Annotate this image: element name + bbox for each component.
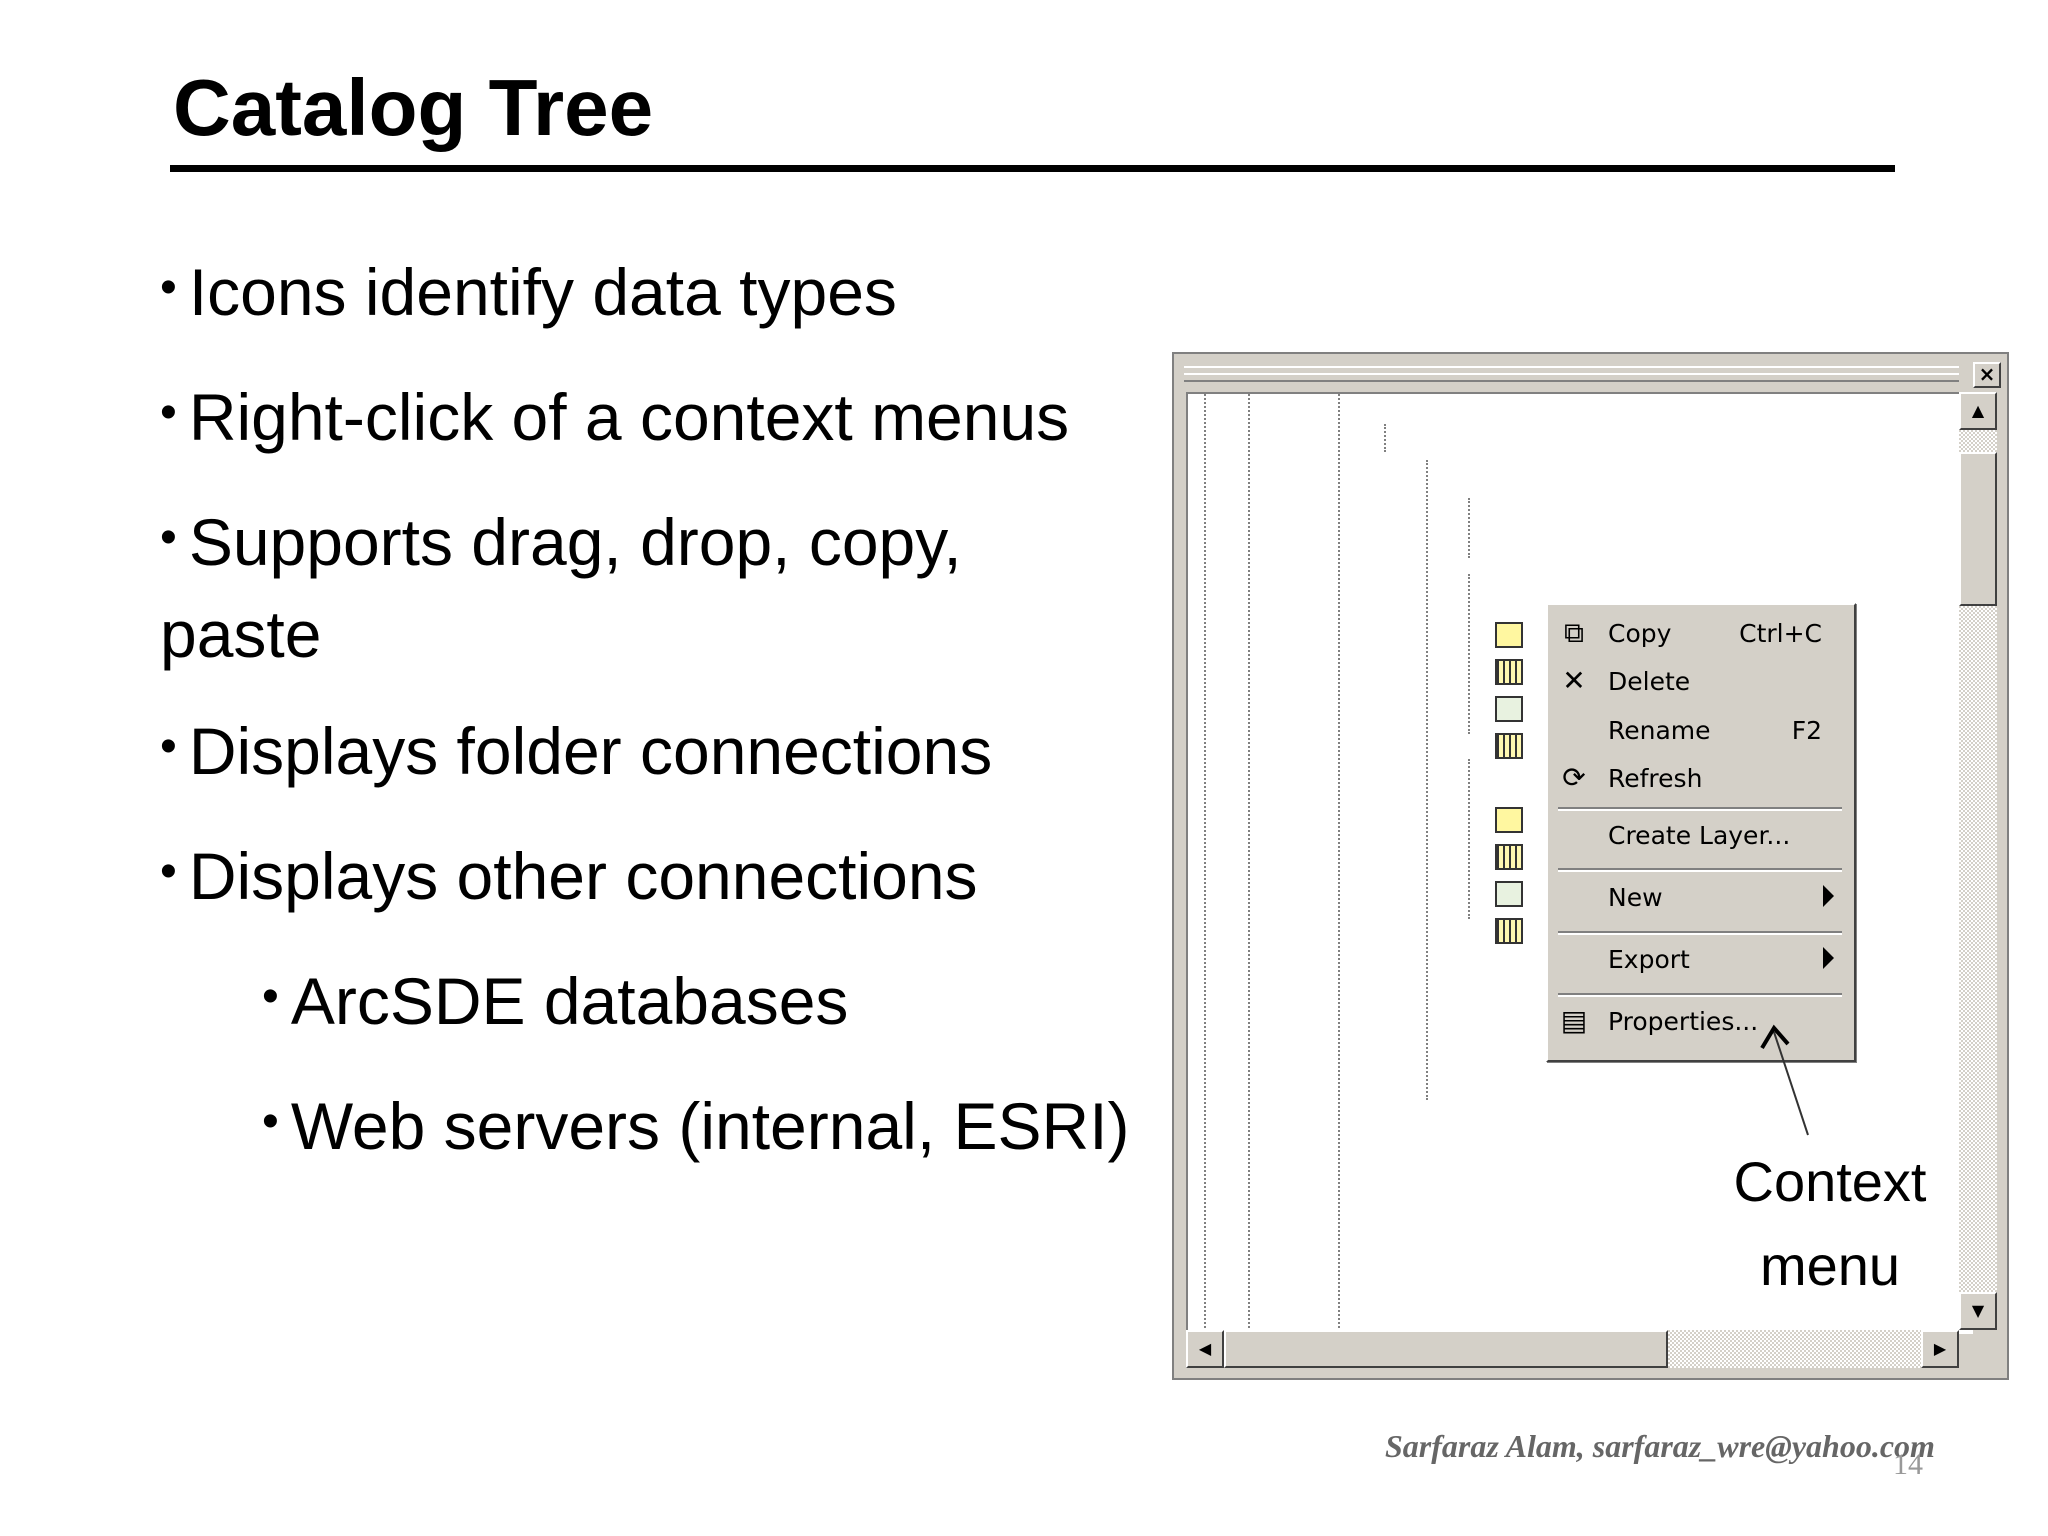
bullet-item: • Right-click of a context menus: [160, 380, 1070, 454]
feature-class-icon[interactable]: [1495, 807, 1523, 833]
menu-item-label: Delete: [1608, 667, 1691, 696]
horizontal-scroll-thumb[interactable]: [1224, 1330, 1668, 1368]
bullet-item: • Displays other connections: [160, 839, 978, 913]
raster-icon[interactable]: [1495, 844, 1523, 870]
feature-class-icon[interactable]: [1495, 622, 1523, 648]
copy-icon: ⧉: [1564, 616, 1584, 649]
sub-bullet-item: • Web servers (internal, ESRI): [262, 1089, 1130, 1163]
raster-icon[interactable]: [1495, 918, 1523, 944]
menu-item-delete[interactable]: ✕ Delete: [1548, 661, 1848, 701]
tree-connector: [1468, 759, 1470, 919]
menu-item-shortcut: F2: [1791, 716, 1822, 745]
refresh-icon: ⟳: [1562, 761, 1586, 794]
menu-item-label: Properties...: [1608, 1007, 1759, 1036]
menu-item-copy[interactable]: ⧉ Copy Ctrl+C: [1548, 613, 1848, 653]
properties-icon: ▤: [1560, 1004, 1588, 1037]
shapefile-icon[interactable]: [1495, 696, 1523, 722]
scroll-left-icon[interactable]: ◀: [1186, 1330, 1224, 1368]
raster-icon[interactable]: [1495, 659, 1523, 685]
sub-bullet-item: • ArcSDE databases: [262, 964, 849, 1038]
menu-item-label: Rename: [1608, 716, 1711, 745]
vertical-scroll-thumb[interactable]: [1959, 452, 1997, 606]
close-icon[interactable]: ×: [1973, 362, 2001, 388]
menu-item-label: New: [1608, 883, 1663, 912]
menu-item-label: Create Layer...: [1608, 821, 1791, 850]
footer-credit: Sarfaraz Alam, sarfaraz_wre@yahoo.com: [1385, 1428, 1935, 1464]
raster-icon[interactable]: [1495, 733, 1523, 759]
submenu-arrow-icon: [1823, 885, 1834, 907]
menu-separator: [1558, 931, 1842, 935]
context-menu: ⧉ Copy Ctrl+C ✕ Delete Rename F2 ⟳ Refre…: [1546, 603, 1856, 1062]
tree-connector: [1468, 574, 1470, 734]
scroll-up-icon[interactable]: ▲: [1959, 392, 1997, 430]
tree-connector: [1338, 394, 1340, 1332]
vertical-scrollbar[interactable]: ▲ ▼: [1959, 392, 1997, 1330]
menu-item-refresh[interactable]: ⟳ Refresh: [1548, 758, 1848, 798]
slide-title: Catalog Tree: [173, 63, 654, 152]
horizontal-scrollbar[interactable]: ◀ ▶: [1186, 1330, 1959, 1368]
menu-separator: [1558, 993, 1842, 997]
menu-item-export[interactable]: Export: [1548, 939, 1848, 979]
submenu-arrow-icon: [1823, 947, 1834, 969]
tree-connector: [1248, 394, 1250, 1332]
shapefile-icon[interactable]: [1495, 881, 1523, 907]
bullet-item: • Icons identify data types: [160, 255, 897, 329]
tree-connector: [1384, 424, 1386, 452]
menu-separator: [1558, 868, 1842, 872]
annotation-arrow-icon: [1760, 1024, 1809, 1136]
scroll-right-icon[interactable]: ▶: [1921, 1330, 1959, 1368]
window-grip-line: [1184, 373, 1959, 375]
menu-item-shortcut: Ctrl+C: [1739, 619, 1822, 648]
bullet-list: • Icons identify data types • Right-click …: [160, 250, 1140, 1209]
menu-item-rename[interactable]: Rename F2: [1548, 710, 1848, 750]
menu-separator: [1558, 807, 1842, 811]
menu-item-label: Copy: [1608, 619, 1672, 648]
page-number: 14: [1893, 1448, 1923, 1481]
delete-icon: ✕: [1562, 664, 1586, 697]
menu-item-new[interactable]: New: [1548, 877, 1848, 917]
scroll-down-icon[interactable]: ▼: [1959, 1292, 1997, 1330]
bullet-item: • Supports drag, drop, copy, paste: [160, 505, 962, 671]
menu-item-label: Export: [1608, 945, 1690, 974]
bullet-item: • Displays folder connections: [160, 714, 993, 788]
title-divider: [170, 165, 1895, 172]
menu-item-create-layer[interactable]: Create Layer...: [1548, 815, 1848, 855]
tree-connector: [1468, 498, 1470, 558]
tree-connector: [1426, 460, 1428, 1100]
menu-item-label: Refresh: [1608, 764, 1703, 793]
context-menu-annotation: Context menu: [1733, 1150, 1927, 1297]
tree-connector: [1204, 394, 1206, 1332]
